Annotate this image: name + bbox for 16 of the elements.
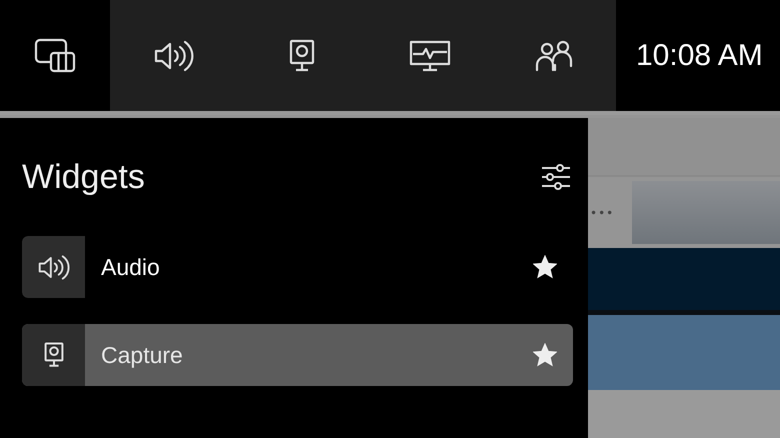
widget-list-item[interactable]: Capture (22, 324, 573, 386)
audio-button[interactable] (110, 0, 238, 111)
monitor-pulse-icon (409, 40, 451, 72)
webcam-icon (288, 38, 316, 72)
widget-list-item[interactable]: Audio (22, 236, 573, 298)
settings-icon[interactable] (541, 163, 571, 191)
widgets-icon (34, 36, 76, 74)
social-button[interactable] (494, 0, 616, 111)
star-icon[interactable] (533, 255, 557, 279)
webcam-icon (42, 342, 64, 368)
clock-time: 10:08 AM (636, 38, 763, 72)
panel-title: Widgets (22, 158, 145, 196)
speaker-icon (153, 38, 195, 72)
star-icon[interactable] (533, 343, 557, 367)
more-dots: ••• (590, 206, 614, 220)
speaker-icon (36, 254, 70, 280)
